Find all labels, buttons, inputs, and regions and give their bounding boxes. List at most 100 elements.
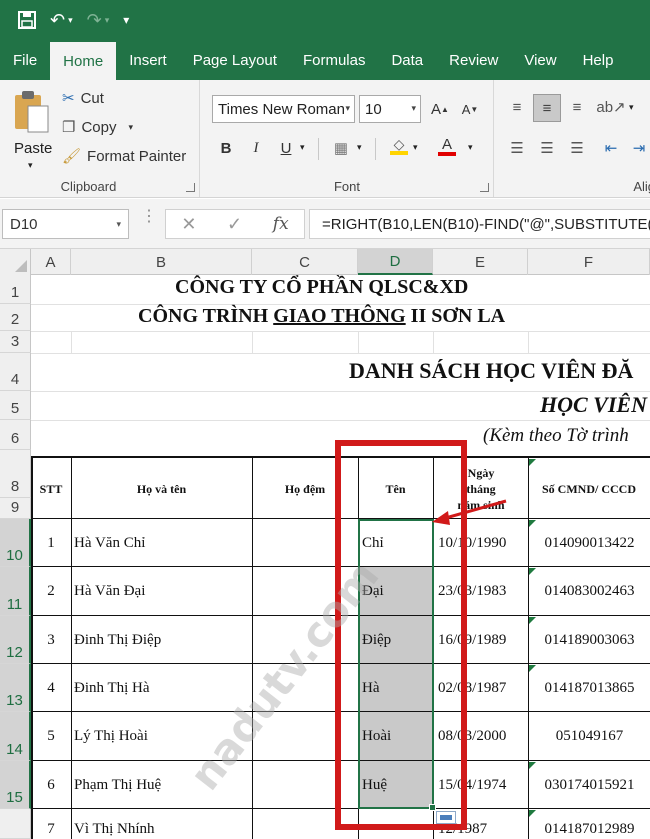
font-color-icon[interactable]: A: [435, 134, 459, 158]
cell-stt[interactable]: 7: [31, 809, 71, 839]
row-header-10[interactable]: 10: [0, 519, 31, 567]
cancel-icon[interactable]: ✕: [181, 214, 196, 235]
column-header-d[interactable]: D: [358, 249, 433, 275]
column-header-f[interactable]: F: [528, 249, 650, 275]
chevron-down-icon[interactable]: ▾: [116, 219, 121, 230]
redo-icon[interactable]: ↷ ▾: [87, 10, 110, 30]
chevron-down-icon[interactable]: ▾: [629, 102, 634, 113]
cell-stt[interactable]: 6: [31, 761, 71, 809]
drag-handle-icon[interactable]: ⋮: [141, 209, 157, 225]
chevron-down-icon[interactable]: ▾: [357, 142, 362, 153]
cell-name[interactable]: Hà Văn Đại: [74, 567, 250, 616]
cell-id[interactable]: 014090013422: [529, 519, 650, 567]
error-indicator-icon[interactable]: [529, 665, 536, 672]
row-header-6[interactable]: 6: [0, 420, 31, 450]
decrease-indent-icon[interactable]: ⇤: [599, 136, 623, 160]
row-header-11[interactable]: 11: [0, 567, 31, 616]
borders-icon[interactable]: ▦: [329, 136, 353, 160]
row-header-2[interactable]: 2: [0, 304, 31, 331]
cell-id[interactable]: 014083002463: [529, 567, 650, 616]
tab-file[interactable]: File: [0, 40, 50, 80]
cell-id[interactable]: 014187012989: [529, 809, 650, 839]
tab-help[interactable]: Help: [570, 40, 627, 80]
underline-button[interactable]: U: [274, 136, 298, 160]
chevron-down-icon[interactable]: ▾: [411, 103, 416, 114]
chevron-down-icon[interactable]: ▾: [128, 122, 133, 133]
fill-color-icon[interactable]: ◇: [387, 134, 411, 158]
row-header-16[interactable]: [0, 809, 31, 839]
tab-page-layout[interactable]: Page Layout: [180, 40, 290, 80]
column-header-b[interactable]: B: [71, 249, 252, 275]
tab-formulas[interactable]: Formulas: [290, 40, 379, 80]
cell-name[interactable]: Hà Văn Chỉ: [74, 519, 250, 567]
align-center-icon[interactable]: ☰: [535, 136, 559, 160]
align-left-icon[interactable]: ☰: [505, 136, 529, 160]
error-indicator-icon[interactable]: [529, 520, 536, 527]
cell-id[interactable]: 014187013865: [529, 664, 650, 712]
cell-stt[interactable]: 5: [31, 712, 71, 761]
chevron-down-icon[interactable]: ▾: [68, 10, 73, 30]
dialog-launcher-icon[interactable]: [480, 183, 489, 192]
chevron-down-icon[interactable]: ▾: [345, 103, 350, 114]
paste-button[interactable]: Paste ▾: [8, 88, 56, 171]
row-header-14[interactable]: 14: [0, 712, 31, 761]
error-indicator-icon[interactable]: [529, 568, 536, 575]
cell-name[interactable]: Đinh Thị Điệp: [74, 616, 250, 664]
select-all-corner[interactable]: [0, 249, 31, 275]
undo-icon[interactable]: ↶ ▾: [50, 10, 73, 30]
cell-id[interactable]: 014189003063: [529, 616, 650, 664]
row-header-3[interactable]: 3: [0, 331, 31, 353]
error-indicator-icon[interactable]: [529, 810, 536, 817]
row-header-15[interactable]: 15: [0, 761, 31, 809]
column-header-a[interactable]: A: [31, 249, 71, 275]
tab-view[interactable]: View: [511, 40, 569, 80]
cell-stt[interactable]: 2: [31, 567, 71, 616]
cell-stt[interactable]: 4: [31, 664, 71, 712]
row-header-12[interactable]: 12: [0, 616, 31, 664]
align-right-icon[interactable]: ☰: [565, 136, 589, 160]
column-header-c[interactable]: C: [252, 249, 358, 275]
align-top-icon[interactable]: ≡: [505, 95, 529, 119]
bold-button[interactable]: B: [214, 136, 238, 160]
enter-icon[interactable]: ✓: [227, 214, 242, 235]
save-icon[interactable]: [18, 11, 36, 29]
orientation-icon[interactable]: ab↗: [596, 95, 625, 119]
tab-home[interactable]: Home: [50, 42, 117, 80]
row-header-5[interactable]: 5: [0, 391, 31, 420]
cell-name[interactable]: Đinh Thị Hà: [74, 664, 250, 712]
error-indicator-icon[interactable]: [529, 762, 536, 769]
cell-stt[interactable]: 3: [31, 616, 71, 664]
row-header-8[interactable]: 8: [0, 450, 31, 498]
formula-input[interactable]: =RIGHT(B10,LEN(B10)-FIND("@",SUBSTITUTE(…: [309, 209, 650, 239]
name-box[interactable]: D10 ▾: [2, 209, 129, 239]
chevron-down-icon[interactable]: ▾: [300, 142, 305, 153]
row-header-1[interactable]: 1: [0, 275, 31, 304]
cell-name[interactable]: Vì Thị Nhính: [74, 809, 250, 839]
error-indicator-icon[interactable]: [529, 459, 536, 466]
decrease-font-size-button[interactable]: A ▼: [458, 97, 482, 121]
spreadsheet-grid[interactable]: A B C D E F 1 2 3 4 5 6 8 9 10 11 12 13 …: [0, 249, 650, 839]
chevron-down-icon[interactable]: ▾: [28, 160, 33, 171]
increase-indent-icon[interactable]: ⇥: [627, 136, 650, 160]
cell-stt[interactable]: 1: [31, 519, 71, 567]
font-size-select[interactable]: 10 ▾: [359, 95, 421, 123]
align-bottom-icon[interactable]: ≡: [565, 95, 589, 119]
row-header-9[interactable]: 9: [0, 498, 31, 519]
insert-function-icon[interactable]: fx: [273, 214, 289, 234]
font-name-select[interactable]: Times New Roman ▾: [212, 95, 355, 123]
column-header-e[interactable]: E: [433, 249, 528, 275]
cut-button[interactable]: ✂ Cut: [62, 89, 104, 108]
error-indicator-icon[interactable]: [529, 617, 536, 624]
row-header-4[interactable]: 4: [0, 353, 31, 391]
chevron-down-icon[interactable]: ▾: [105, 10, 110, 30]
tab-review[interactable]: Review: [436, 40, 511, 80]
increase-font-size-button[interactable]: A ▲: [428, 97, 452, 121]
chevron-down-icon[interactable]: ▾: [413, 142, 418, 153]
cell-id[interactable]: 051049167: [529, 712, 650, 761]
row-header-13[interactable]: 13: [0, 664, 31, 712]
dialog-launcher-icon[interactable]: [186, 183, 195, 192]
customize-icon[interactable]: ▾: [123, 10, 129, 30]
copy-button[interactable]: ❐ Copy ▾: [62, 118, 133, 137]
cell-id[interactable]: 030174015921: [529, 761, 650, 809]
format-painter-button[interactable]: 🖌 Format Painter: [62, 147, 186, 166]
